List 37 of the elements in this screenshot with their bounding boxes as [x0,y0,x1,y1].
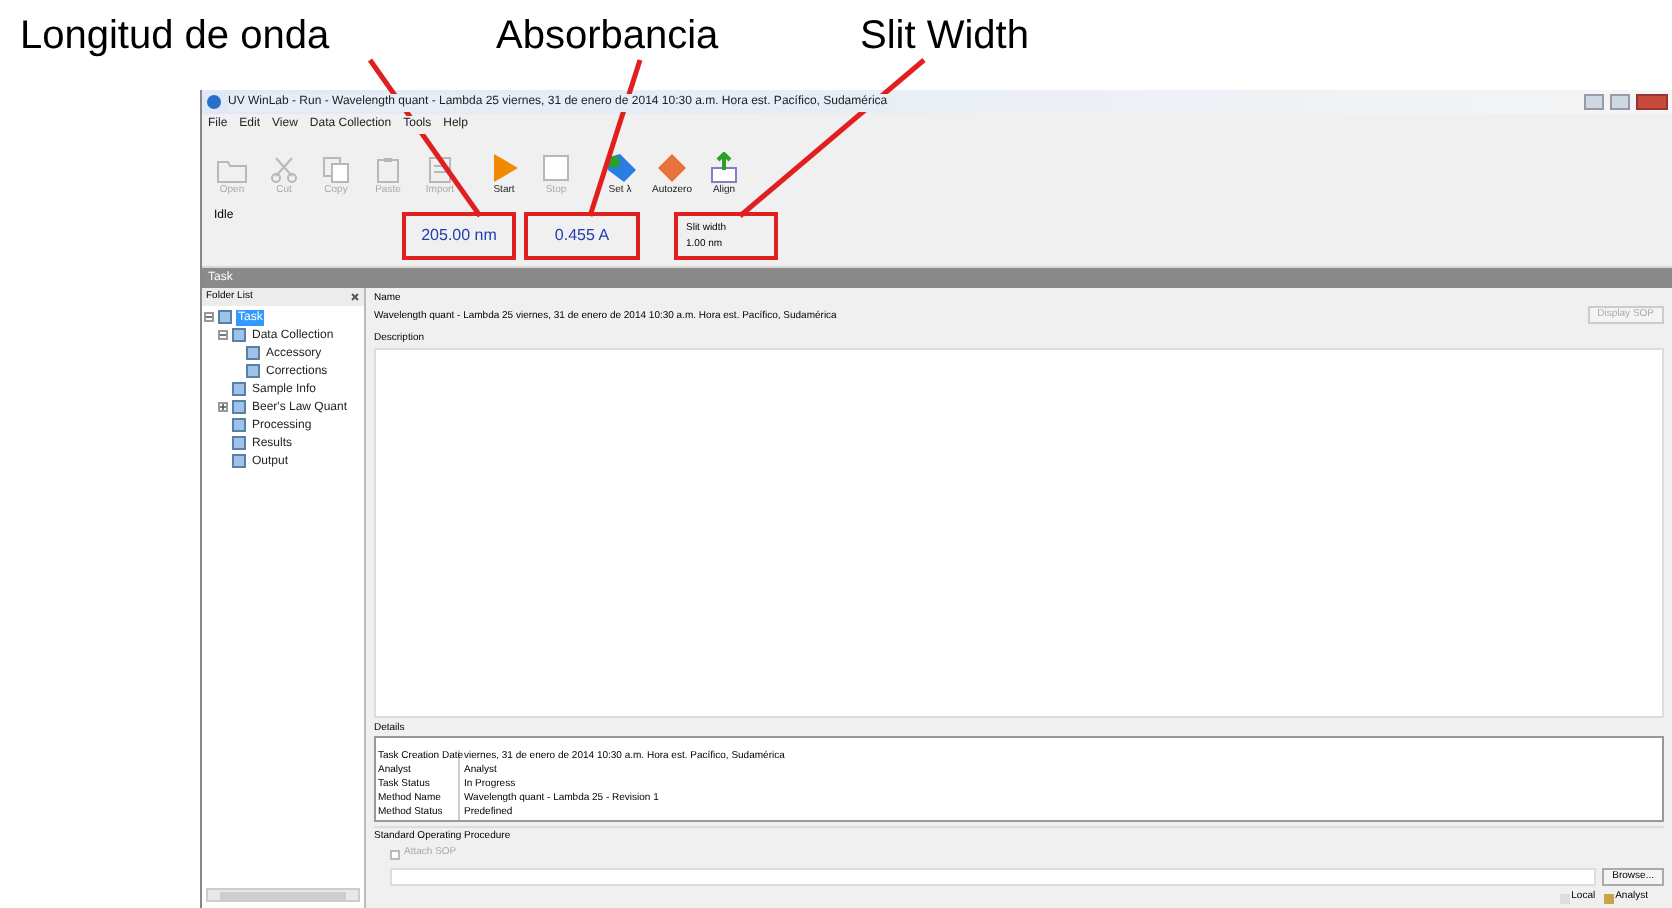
node-icon [232,418,246,432]
minimize-button[interactable] [1584,94,1604,110]
scissors-icon [268,156,300,184]
attach-sop-checkbox[interactable] [390,849,400,859]
sop-path-field[interactable] [390,867,1597,885]
node-icon [232,454,246,468]
node-icon [232,436,246,450]
absorbance-readout: 0.455 A [524,212,640,260]
copy-icon [320,156,352,184]
node-icon [232,382,246,396]
description-field[interactable] [374,348,1664,718]
node-icon [218,310,232,324]
annotation-label: Longitud de onda [20,12,330,60]
node-icon [246,364,260,378]
status-icon [1603,893,1614,903]
annotation-label: Absorbancia [496,12,719,60]
tag-icon [602,152,638,184]
arrow-icon [708,152,740,184]
play-icon [488,152,520,184]
document-icon [424,156,456,184]
pin-icon[interactable] [350,292,360,302]
node-icon [232,400,246,414]
maximize-button[interactable] [1610,94,1630,110]
close-button[interactable] [1636,94,1668,110]
wavelength-readout: 205.00 nm [402,212,516,260]
node-icon [232,328,246,342]
horizontal-scrollbar[interactable] [206,888,360,902]
diamond-icon [656,152,688,184]
expander-icon[interactable] [204,312,214,322]
square-icon [540,152,572,184]
app-icon [206,94,222,110]
annotation-label: Slit Width [860,12,1029,60]
folder-icon [216,156,248,184]
expander-icon[interactable] [218,402,228,412]
node-icon [246,346,260,360]
clipboard-icon [372,156,404,184]
expander-icon[interactable] [218,330,228,340]
